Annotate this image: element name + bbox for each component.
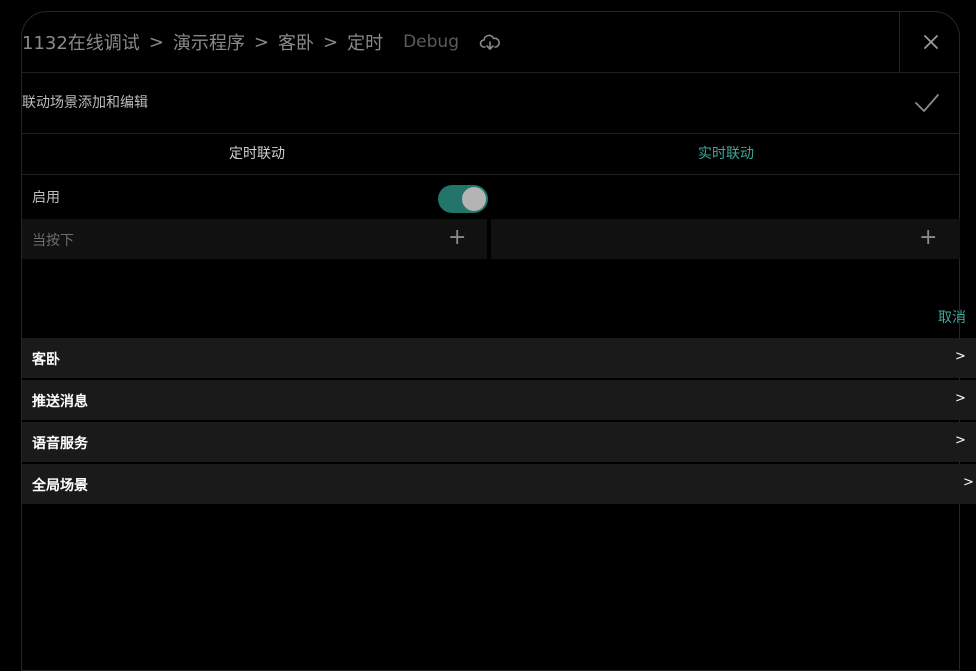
close-button[interactable] [899,12,961,72]
list-item-global-scene[interactable]: 全局场景 > [22,464,976,504]
divider [22,72,960,73]
panel-subtitle: 联动场景添加和编辑 [22,95,148,111]
confirm-check-icon[interactable] [913,90,941,116]
breadcrumb-separator: > [253,31,269,53]
trigger-condition-label: 当按下 [32,233,74,249]
divider [22,174,960,175]
tab-timed-linkage[interactable]: 定时联动 [107,143,407,163]
list-item-label: 客卧 [32,352,60,368]
enable-label: 启用 [32,190,60,206]
breadcrumb-separator: > [148,31,164,53]
list-item-push-message[interactable]: 推送消息 > [22,380,976,420]
breadcrumb-item-current: 定时 [347,33,384,54]
action-panel: + [491,219,960,259]
add-trigger-button[interactable]: + [448,225,466,251]
chevron-right-icon: > [963,475,974,490]
toggle-knob [462,187,486,211]
list-item-label: 推送消息 [32,394,88,410]
enable-toggle[interactable] [438,185,488,213]
list-item-label: 全局场景 [32,478,88,494]
divider [22,133,960,134]
tab-realtime-linkage[interactable]: 实时联动 [576,143,876,163]
cloud-sync-icon[interactable] [479,31,501,53]
cancel-button[interactable]: 取消 [938,307,966,327]
close-icon [923,35,938,49]
chevron-right-icon: > [955,391,966,406]
add-action-button[interactable]: + [919,225,937,251]
breadcrumb-item-room[interactable]: 客卧 [278,29,314,55]
list-item-label: 语音服务 [32,436,88,452]
debug-label[interactable]: Debug [403,32,459,52]
trigger-condition-panel: 当按下 + [22,219,487,259]
chevron-right-icon: > [955,433,966,448]
chevron-right-icon: > [955,349,966,364]
breadcrumb-item-program[interactable]: 演示程序 [173,29,245,55]
header-bar: 1132在线调试 > 演示程序 > 客卧 > 定时 Debug [22,12,899,72]
breadcrumb-separator: > [323,31,339,53]
device-list: 客卧 > 推送消息 > 语音服务 > 全局场景 > [22,338,976,506]
list-item-guest-bedroom[interactable]: 客卧 > [22,338,976,378]
breadcrumb-item-project[interactable]: 1132在线调试 [22,29,140,55]
list-item-voice-service[interactable]: 语音服务 > [22,422,976,462]
